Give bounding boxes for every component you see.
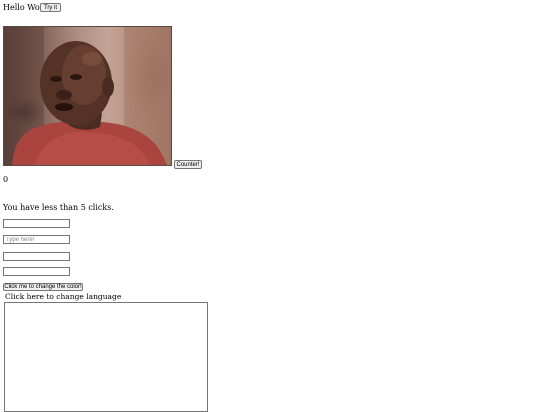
text-input-type-here[interactable] xyxy=(3,235,70,244)
man-photo xyxy=(3,26,172,166)
text-area[interactable] xyxy=(4,302,208,412)
text-input-4[interactable] xyxy=(3,267,70,276)
clicks-message: You have less than 5 clicks. xyxy=(3,203,114,212)
counter-value: 0 xyxy=(3,175,9,184)
text-input-1[interactable] xyxy=(3,219,70,228)
try-it-button[interactable]: Try it xyxy=(40,3,61,12)
change-language-link[interactable]: Click here to change language xyxy=(5,293,121,301)
text-input-3[interactable] xyxy=(3,252,70,261)
change-color-button[interactable]: Click me to change the color! xyxy=(3,283,83,291)
counter-button[interactable]: Counter! xyxy=(174,160,202,169)
